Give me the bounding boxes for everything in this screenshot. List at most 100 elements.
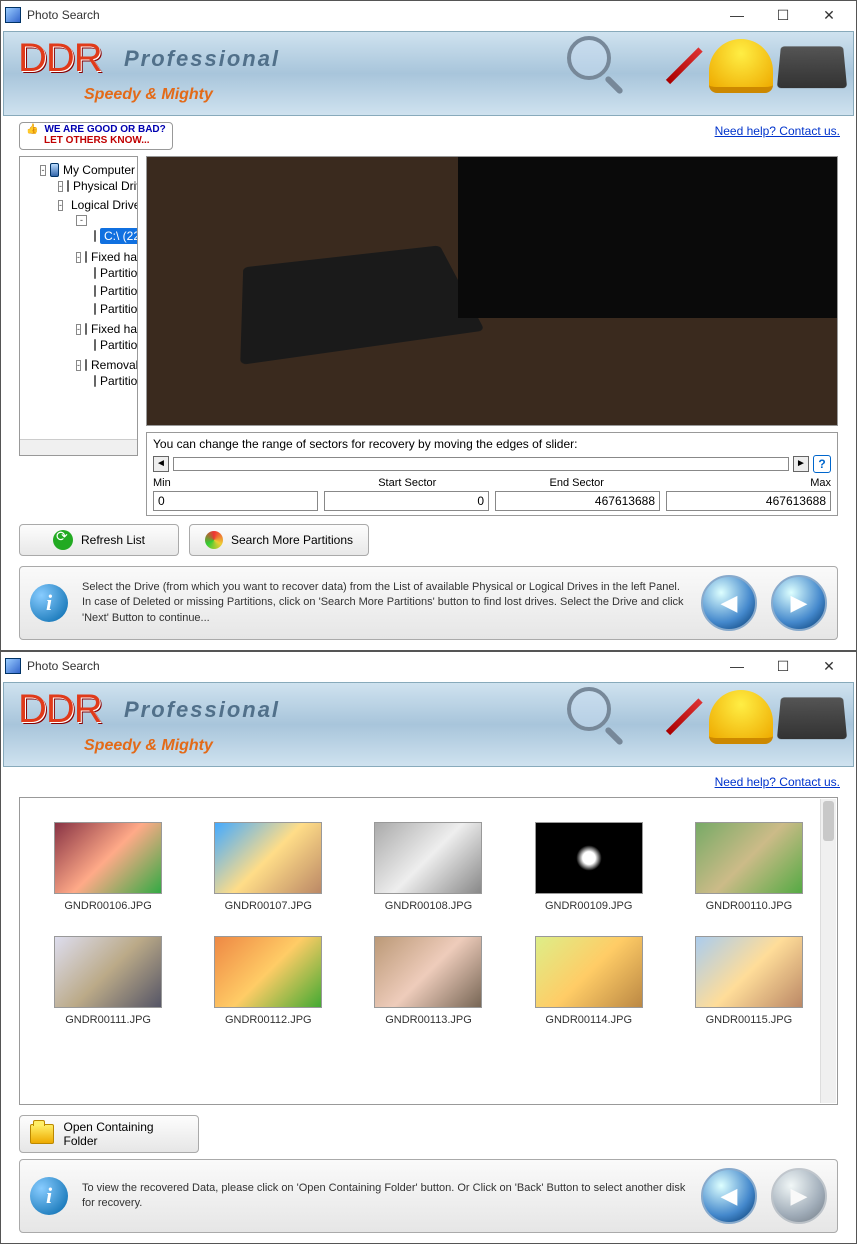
file-item[interactable]: GNDR00114.JPG bbox=[519, 936, 659, 1026]
back-button[interactable]: ◀ bbox=[701, 1168, 757, 1224]
search-icon bbox=[205, 531, 223, 549]
drive-icon bbox=[85, 323, 87, 335]
book-icon bbox=[777, 697, 847, 739]
magnify-icon bbox=[567, 687, 627, 747]
file-item[interactable]: GNDR00113.JPG bbox=[358, 936, 498, 1026]
info-text-1: Select the Drive (from which you want to… bbox=[82, 580, 687, 626]
preview-image bbox=[146, 156, 838, 426]
slider-right-icon[interactable]: ► bbox=[793, 456, 809, 472]
drive-icon bbox=[85, 359, 87, 371]
input-end[interactable] bbox=[495, 491, 660, 511]
expand-icon[interactable]: - bbox=[76, 215, 87, 226]
open-folder-button[interactable]: Open Containing Folder bbox=[19, 1115, 199, 1153]
drive-icon bbox=[94, 375, 96, 387]
scrollbar-thumb[interactable] bbox=[823, 801, 834, 841]
tree-d2p1[interactable]: Partition - 1 ( FAT32 ) bbox=[100, 374, 138, 388]
file-label: GNDR00107.JPG bbox=[198, 900, 338, 912]
thumbnail-icon bbox=[695, 822, 803, 894]
maximize-button[interactable]: ☐ bbox=[760, 1, 806, 29]
tree-d0p2[interactable]: Partition - 2 ( FAT32 ) bbox=[100, 284, 138, 298]
expand-icon[interactable]: - bbox=[76, 252, 81, 263]
file-item[interactable]: GNDR00107.JPG bbox=[198, 822, 338, 912]
input-min[interactable] bbox=[153, 491, 318, 511]
window-2: Photo Search — ☐ ✕ DDR Professional Spee… bbox=[0, 651, 857, 1244]
rating-l1: WE ARE GOOD OR BAD? bbox=[44, 124, 165, 135]
help-icon[interactable]: ? bbox=[813, 455, 831, 473]
tree-physical[interactable]: Physical Drives bbox=[73, 179, 138, 193]
file-label: GNDR00115.JPG bbox=[679, 1014, 819, 1026]
input-max[interactable] bbox=[666, 491, 831, 511]
results-scrollbar[interactable] bbox=[820, 799, 836, 1103]
lbl-end: End Sector bbox=[492, 477, 662, 489]
help-link[interactable]: Need help? Contact us. bbox=[715, 775, 840, 789]
thumbs-up-icon: 👍 bbox=[26, 124, 38, 135]
thumbnail-icon bbox=[54, 936, 162, 1008]
file-item[interactable]: GNDR00112.JPG bbox=[198, 936, 338, 1026]
banner: DDR Professional Speedy & Mighty bbox=[3, 682, 854, 767]
next-button[interactable]: ▶ bbox=[771, 1168, 827, 1224]
results-panel: GNDR00106.JPG GNDR00107.JPG GNDR00108.JP… bbox=[19, 797, 838, 1105]
file-item[interactable]: GNDR00111.JPG bbox=[38, 936, 178, 1026]
file-label: GNDR00108.JPG bbox=[358, 900, 498, 912]
file-label: GNDR00111.JPG bbox=[38, 1014, 178, 1026]
back-button[interactable]: ◀ bbox=[701, 575, 757, 631]
brand-ddr: DDR bbox=[18, 687, 102, 732]
file-item[interactable]: GNDR00110.JPG bbox=[679, 822, 819, 912]
tree-d1p1[interactable]: Partition - 1 ( NTFS ) bbox=[100, 338, 138, 352]
file-label: GNDR00110.JPG bbox=[679, 900, 819, 912]
search-label: Search More Partitions bbox=[231, 533, 353, 547]
expand-icon[interactable]: - bbox=[76, 360, 81, 371]
slider-left-icon[interactable]: ◄ bbox=[153, 456, 169, 472]
drive-icon bbox=[94, 267, 96, 279]
sector-slider[interactable] bbox=[173, 457, 789, 471]
thumbnail-icon bbox=[535, 936, 643, 1008]
drive-tree[interactable]: -My Computer -Physical Drives -Logical D… bbox=[19, 156, 138, 456]
file-item[interactable]: GNDR00108.JPG bbox=[358, 822, 498, 912]
expand-icon[interactable]: - bbox=[40, 165, 46, 176]
sector-panel: You can change the range of sectors for … bbox=[146, 432, 838, 516]
next-button[interactable]: ▶ bbox=[771, 575, 827, 631]
minimize-button[interactable]: — bbox=[714, 652, 760, 680]
close-button[interactable]: ✕ bbox=[806, 652, 852, 680]
refresh-button[interactable]: Refresh List bbox=[19, 524, 179, 556]
titlebar: Photo Search — ☐ ✕ bbox=[1, 652, 856, 680]
banner-tools bbox=[567, 36, 845, 96]
refresh-label: Refresh List bbox=[81, 533, 145, 547]
minimize-button[interactable]: — bbox=[714, 1, 760, 29]
tree-d0p3[interactable]: Partition - 3 ( NTFS ) bbox=[100, 302, 138, 316]
rating-box[interactable]: 👍 WE ARE GOOD OR BAD? LET OTHERS KNOW... bbox=[19, 122, 173, 150]
lbl-min: Min bbox=[153, 477, 323, 489]
help-link[interactable]: Need help? Contact us. bbox=[715, 124, 840, 138]
window-title: Photo Search bbox=[27, 8, 100, 22]
search-partitions-button[interactable]: Search More Partitions bbox=[189, 524, 369, 556]
expand-icon[interactable]: - bbox=[76, 324, 81, 335]
file-item[interactable]: GNDR00106.JPG bbox=[38, 822, 178, 912]
helmet-icon bbox=[709, 690, 773, 744]
lbl-max: Max bbox=[662, 477, 832, 489]
thumbnail-icon bbox=[54, 822, 162, 894]
book-icon bbox=[777, 46, 847, 88]
expand-icon[interactable]: - bbox=[58, 181, 63, 192]
tree-disk0[interactable]: Fixed hard disk media (Disk0 - 223.58 GB… bbox=[91, 250, 138, 264]
lbl-start: Start Sector bbox=[323, 477, 493, 489]
thumbnail-icon bbox=[535, 822, 643, 894]
file-item[interactable]: GNDR00115.JPG bbox=[679, 936, 819, 1026]
info-icon: i bbox=[30, 1177, 68, 1215]
drive-icon bbox=[94, 230, 96, 242]
file-item[interactable]: GNDR00109.JPG bbox=[519, 822, 659, 912]
tree-logical[interactable]: Logical Drives bbox=[71, 198, 138, 212]
thumbnail-icon bbox=[214, 822, 322, 894]
tree-d0p1[interactable]: Partition - 1 ( NTFS ) bbox=[100, 266, 138, 280]
tree-disk2[interactable]: Removable Media (Disk2 - 7.47 GB) bbox=[91, 358, 138, 372]
input-start[interactable] bbox=[324, 491, 489, 511]
tree-root[interactable]: My Computer bbox=[63, 163, 135, 177]
rating-l2: LET OTHERS KNOW... bbox=[44, 135, 150, 146]
close-button[interactable]: ✕ bbox=[806, 1, 852, 29]
maximize-button[interactable]: ☐ bbox=[760, 652, 806, 680]
file-label: GNDR00114.JPG bbox=[519, 1014, 659, 1026]
tree-c-drive[interactable]: C:\ (222.98 GB - - NTFS) bbox=[100, 228, 138, 244]
tree-disk1[interactable]: Fixed hard disk media (Disk1 - 931.51 GB… bbox=[91, 322, 138, 336]
expand-icon[interactable]: - bbox=[58, 200, 63, 211]
tree-h-scrollbar[interactable] bbox=[20, 439, 137, 455]
results-grid: GNDR00106.JPG GNDR00107.JPG GNDR00108.JP… bbox=[38, 822, 819, 1026]
